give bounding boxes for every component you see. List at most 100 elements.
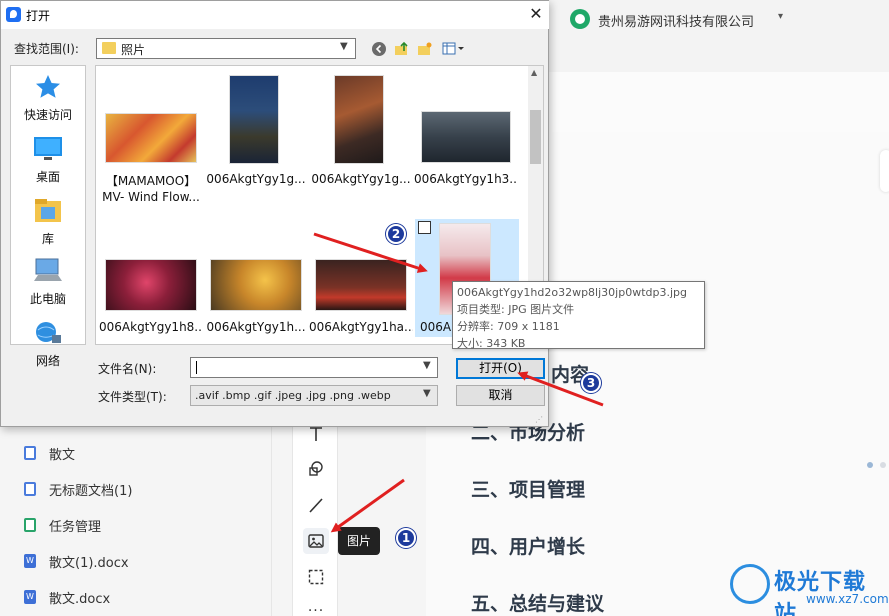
side-handle[interactable]	[880, 150, 889, 192]
filetype-dropdown[interactable]: .avif .bmp .gif .jpeg .jpg .png .webp ▼	[190, 385, 438, 406]
scroll-up-icon[interactable]: ▲	[531, 68, 537, 77]
file-name: 006AkgtYgy1g...	[311, 172, 411, 186]
dialog-titlebar[interactable]: 打开 ✕	[1, 1, 549, 29]
list-item[interactable]: 散文	[24, 443, 75, 463]
file-name: 006AkgtYgy1h3...	[414, 172, 518, 186]
resize-grip-icon[interactable]: ⋰	[535, 415, 543, 424]
new-folder-icon	[418, 42, 432, 55]
close-icon[interactable]: ✕	[523, 3, 549, 25]
places-bar: 快速访问 桌面 库 此电脑 网络	[10, 65, 86, 368]
open-button[interactable]: 打开(O)	[456, 358, 545, 379]
file-name: 006AkgtYgy1ha...	[309, 320, 413, 334]
filename-input[interactable]	[195, 360, 415, 375]
file-thumbnail	[421, 111, 511, 163]
page-dot-active[interactable]	[867, 462, 873, 468]
insert-toolbar: ···	[292, 415, 338, 616]
file-info-tooltip: 006AkgtYgy1hd2o32wp8lj30jp0wtdp3.jpg 项目类…	[452, 281, 705, 350]
file-name-line2: MV- Wind Flow...	[102, 190, 200, 204]
list-item[interactable]: W 散文(1).docx	[24, 551, 129, 571]
doc-icon	[24, 482, 36, 496]
frame-tool-button[interactable]	[303, 564, 329, 590]
scroll-thumb[interactable]	[530, 110, 541, 164]
word-icon: W	[24, 554, 36, 568]
image-tool-button[interactable]	[303, 528, 329, 554]
more-tools-button[interactable]: ···	[303, 598, 329, 616]
desktop-icon	[34, 137, 62, 160]
list-item-label: 散文	[49, 447, 76, 463]
doc-icon	[24, 446, 36, 460]
list-item-label: 散文.docx	[49, 591, 111, 607]
text-caret	[196, 361, 197, 374]
place-desktop[interactable]: 桌面	[11, 136, 85, 185]
image-tooltip: 图片	[338, 527, 380, 555]
chevron-down-icon[interactable]: ▾	[778, 11, 783, 22]
lookin-value: 照片	[121, 43, 146, 57]
cancel-button[interactable]: 取消	[456, 385, 545, 406]
star-icon	[36, 75, 60, 98]
heading-4: 四、用户增长	[471, 536, 586, 558]
place-this-pc[interactable]: 此电脑	[11, 258, 85, 307]
tooltip-size: 大小: 343 KB	[457, 337, 526, 350]
back-button[interactable]	[370, 40, 388, 58]
item-checkbox[interactable]	[418, 221, 431, 234]
tooltip-filename: 006AkgtYgy1hd2o32wp8lj30jp0wtdp3.jpg	[457, 286, 687, 299]
step-badge-2: 2	[386, 224, 406, 244]
line-tool-button[interactable]	[303, 492, 329, 518]
place-quick-access[interactable]: 快速访问	[11, 74, 85, 123]
chevron-down-icon[interactable]: ▼	[423, 360, 431, 371]
new-folder-button[interactable]	[416, 40, 434, 58]
filename-label: 文件名(N):	[98, 362, 157, 376]
list-item[interactable]: 任务管理	[24, 515, 101, 535]
shape-tool-button[interactable]	[303, 455, 329, 481]
sheet-icon	[24, 518, 36, 532]
up-folder-icon	[395, 41, 408, 55]
tooltip-resolution: 分辨率: 709 x 1181	[457, 320, 560, 333]
watermark: 极光下载站 www.xz7.com	[730, 560, 889, 616]
lookin-dropdown[interactable]: 照片 ▼	[96, 38, 356, 59]
image-icon	[308, 534, 324, 548]
tooltip-type: 项目类型: JPG 图片文件	[457, 303, 575, 316]
company-logo-icon	[570, 9, 590, 29]
chevron-down-icon[interactable]: ▼	[423, 388, 431, 399]
file-name: 006AkgtYgy1h8...	[99, 320, 203, 334]
page-dot[interactable]	[880, 462, 886, 468]
place-network[interactable]: 网络	[11, 320, 85, 369]
shape-icon	[309, 461, 323, 476]
list-item-label: 任务管理	[49, 519, 102, 535]
filetype-value: .avif .bmp .gif .jpeg .jpg .png .webp	[195, 389, 391, 402]
word-icon: W	[24, 590, 36, 604]
watermark-logo-icon	[730, 564, 770, 604]
folder-icon	[102, 42, 116, 54]
file-thumbnail	[210, 259, 302, 311]
back-icon	[372, 42, 386, 56]
filetype-label: 文件类型(T):	[98, 390, 167, 404]
list-item[interactable]: 无标题文档(1)	[24, 479, 132, 499]
company-name[interactable]: 贵州易游网讯科技有限公司	[598, 11, 754, 30]
open-file-dialog: 打开 ✕ 查找范围(I): 照片 ▼ 快速访问 桌面 库 此电脑 网络 【MAM…	[0, 0, 549, 427]
more-icon: ···	[307, 603, 325, 616]
step-badge-3: 3	[581, 373, 601, 393]
list-item[interactable]: W 散文.docx	[24, 587, 110, 607]
computer-icon	[34, 258, 62, 281]
lookin-label: 查找范围(I):	[14, 42, 79, 56]
chevron-down-icon[interactable]: ▼	[340, 41, 348, 52]
watermark-text: 极光下载站	[774, 570, 867, 616]
heading-5: 五、总结与建议	[471, 593, 605, 615]
view-menu-icon	[442, 42, 464, 55]
place-label: 桌面	[35, 170, 60, 184]
place-label: 库	[41, 232, 54, 246]
app-subheader	[548, 72, 889, 132]
frame-icon	[308, 569, 324, 585]
view-menu-button[interactable]	[441, 40, 467, 58]
file-name: 006AkgtYgy1h...	[206, 320, 306, 334]
file-thumbnail	[105, 113, 197, 163]
up-folder-button[interactable]	[393, 40, 411, 58]
watermark-url: www.xz7.com	[806, 592, 889, 606]
place-label: 快速访问	[23, 108, 72, 122]
list-item-label: 无标题文档(1)	[49, 483, 133, 499]
place-library[interactable]: 库	[11, 198, 85, 247]
filename-combo[interactable]: ▼	[190, 357, 438, 378]
network-icon	[36, 322, 61, 343]
list-item-label: 散文(1).docx	[49, 555, 129, 571]
file-name: 【MAMAMOO】	[105, 174, 197, 188]
